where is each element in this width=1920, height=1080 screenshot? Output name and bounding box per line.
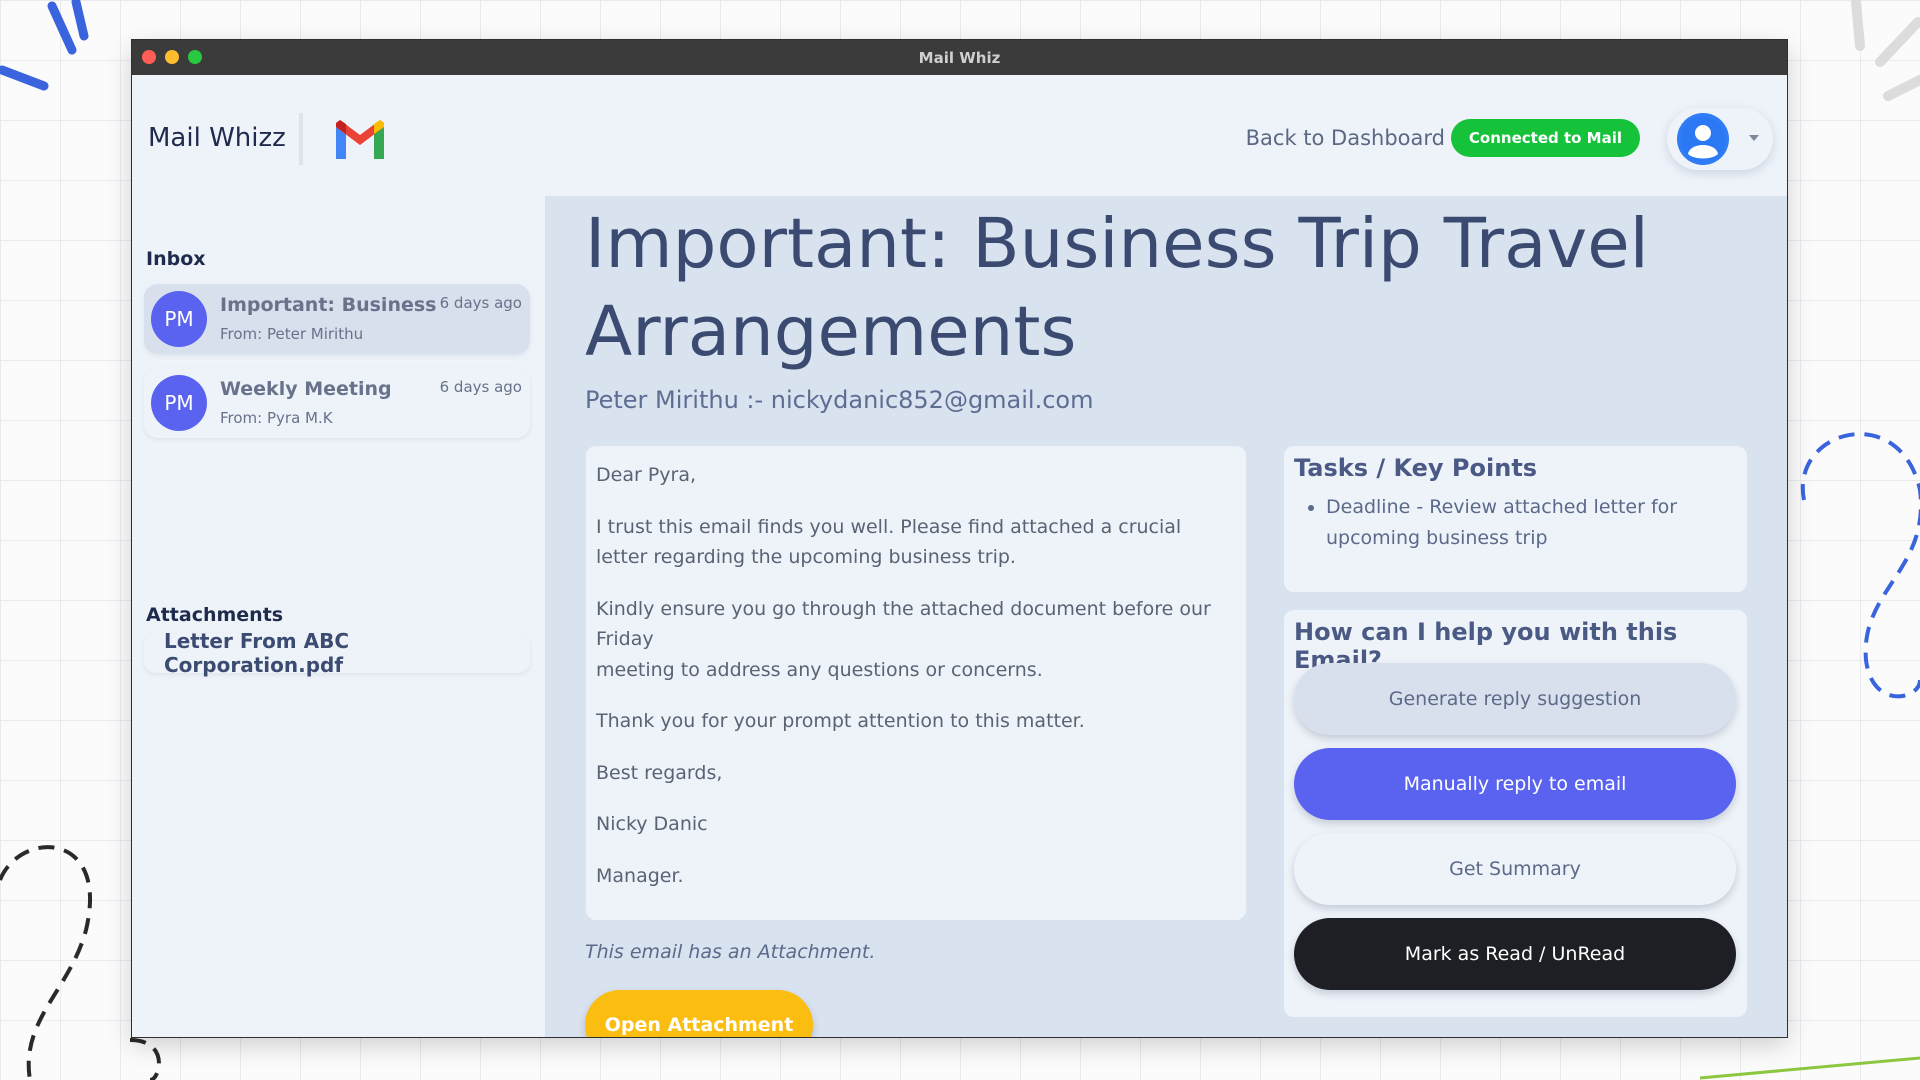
mail-from: From: Peter Mirithu (220, 325, 364, 343)
chevron-down-icon (1749, 135, 1759, 141)
email-signature-name: Nicky Danic (596, 813, 708, 835)
email-view: Important: Business Trip Travel Arrangem… (545, 196, 1787, 1037)
back-to-dashboard-link[interactable]: Back to Dashboard (1246, 126, 1445, 150)
maximize-window-button[interactable] (188, 50, 202, 64)
app-header: Mail Whizz Back to Dashboard Connected t… (132, 75, 1787, 196)
email-closing: Best regards, (596, 761, 723, 784)
assistant-card: How can I help you with this Email? Gene… (1284, 610, 1747, 1017)
email-sender: Peter Mirithu :- nickydanic852@gmail.com (585, 386, 1094, 414)
inbox-heading: Inbox (146, 248, 206, 270)
user-menu-button[interactable] (1667, 108, 1773, 170)
sidebar: Inbox PM Important: Business ... From: P… (132, 196, 545, 1037)
get-summary-button[interactable]: Get Summary (1294, 833, 1736, 905)
minimize-window-button[interactable] (165, 50, 179, 64)
user-avatar-icon (1677, 113, 1729, 165)
mark-read-unread-button[interactable]: Mark as Read / UnRead (1294, 918, 1736, 990)
attachment-file-link[interactable]: Letter From ABC Corporation.pdf (144, 629, 530, 677)
generate-reply-suggestion-button[interactable]: Generate reply suggestion (1294, 663, 1736, 735)
task-item: Deadline - Review attached letter for up… (1326, 492, 1737, 554)
mail-subject: Weekly Meeting (220, 378, 392, 400)
decorative-strokes-top-left (0, 0, 89, 91)
mail-subject: Important: Business ... (220, 294, 438, 316)
window-title: Mail Whiz (918, 48, 1001, 67)
app-window: Mail Whiz Mail Whizz Back to Dashboard C… (132, 40, 1787, 1037)
email-paragraph: I trust this email finds you well. Pleas… (596, 515, 1182, 569)
decorative-strokes-top-right (1851, 0, 1920, 101)
tasks-heading: Tasks / Key Points (1294, 454, 1538, 482)
open-attachment-button[interactable]: Open Attachment (585, 990, 813, 1037)
mail-time: 6 days ago (439, 378, 522, 396)
close-window-button[interactable] (142, 50, 156, 64)
email-paragraph: Thank you for your prompt attention to t… (596, 710, 1085, 732)
email-subject-title: Important: Business Trip Travel Arrangem… (585, 204, 1649, 372)
connection-status-badge: Connected to Mail (1450, 119, 1640, 157)
brand-name: Mail Whizz (148, 123, 286, 153)
manual-reply-button[interactable]: Manually reply to email (1294, 748, 1736, 820)
inbox-item-important-business[interactable]: PM Important: Business ... From: Peter M… (144, 284, 530, 354)
email-greeting: Dear Pyra, (596, 464, 697, 486)
email-paragraph-line: Kindly ensure you go through the attache… (596, 597, 1211, 651)
email-paragraph: Kindly ensure you go through the attache… (596, 594, 1236, 686)
connection-status-label: Connected to Mail (1468, 129, 1622, 147)
gmail-logo-icon (336, 120, 384, 159)
sender-avatar: PM (151, 375, 207, 431)
tasks-card: Tasks / Key Points Deadline - Review att… (1284, 446, 1747, 592)
window-controls (142, 50, 202, 64)
window-titlebar: Mail Whiz (132, 40, 1787, 75)
email-signature-title: Manager. (596, 864, 684, 887)
email-paragraph-line: meeting to address any questions or conc… (596, 658, 1043, 681)
mail-time: 6 days ago (439, 294, 522, 312)
inbox-item-weekly-meeting[interactable]: PM Weekly Meeting From: Pyra M.K 6 days … (144, 368, 530, 438)
email-body: Dear Pyra, I trust this email finds you … (586, 446, 1246, 920)
decorative-green-stroke (1700, 1056, 1920, 1080)
decorative-dashed-loop-right (1800, 432, 1920, 699)
mail-from: From: Pyra M.K (220, 409, 333, 427)
brand-divider (299, 113, 303, 165)
sender-avatar: PM (151, 291, 207, 347)
attachments-heading: Attachments (146, 604, 284, 626)
attachment-note: This email has an Attachment. (585, 941, 876, 963)
tasks-list: Deadline - Review attached letter for up… (1294, 492, 1737, 554)
